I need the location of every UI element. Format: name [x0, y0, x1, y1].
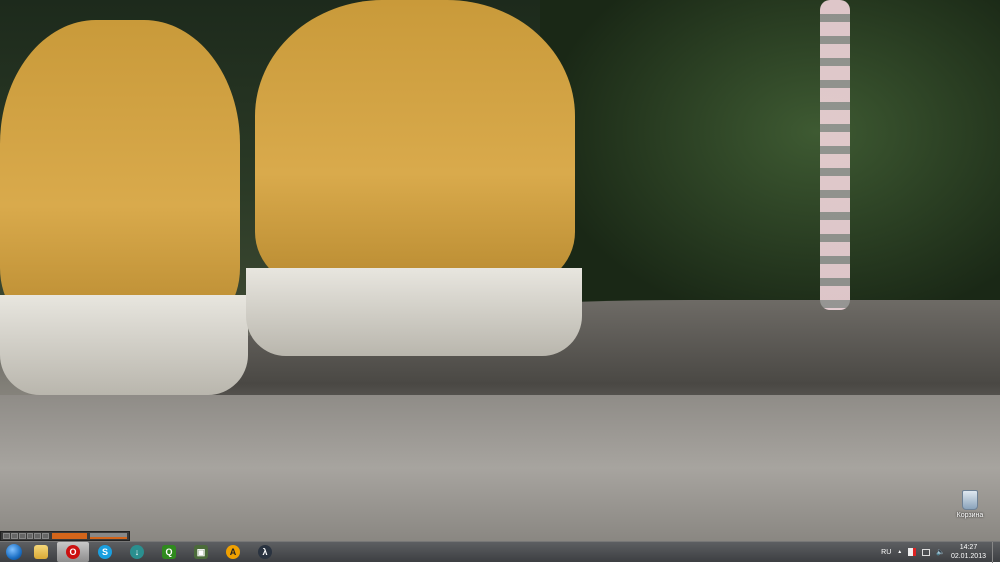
taskbar-half-life[interactable]: λ [249, 542, 281, 562]
clock-date: 02.01.2013 [950, 553, 986, 560]
wallpaper-shoe-left [0, 20, 240, 330]
windows-logo-icon [6, 544, 22, 560]
opera-icon: O [66, 545, 80, 559]
open-button[interactable] [42, 533, 50, 539]
recycle-bin[interactable]: Корзина [952, 490, 988, 519]
taskbar-download-manager[interactable]: ↓ [121, 542, 153, 562]
wallpaper-background [540, 0, 1000, 330]
system-tray: RU ▲ 🔈 14:27 02.01.2013 [881, 543, 1000, 561]
volume-icon[interactable]: 🔈 [936, 548, 945, 556]
recycle-bin-icon [962, 490, 978, 510]
folder-icon [34, 545, 48, 559]
taskbar-explorer[interactable] [25, 542, 57, 562]
track-progress-bar[interactable] [52, 533, 88, 539]
wallpaper-shoe-right [255, 0, 575, 290]
pause-button[interactable] [18, 533, 26, 539]
taskbar-opera[interactable]: O [57, 542, 89, 562]
recycle-bin-label: Корзина [956, 512, 984, 519]
monitor-icon: ▣ [194, 545, 208, 559]
taskbar: O S ↓ Q ▣ A λ RU ▲ 🔈 14:27 02.01.2013 [0, 541, 1000, 563]
taskbar-system-monitor[interactable]: ▣ [185, 542, 217, 562]
show-hidden-icons-button[interactable]: ▲ [897, 549, 902, 555]
clock-time: 14:27 [959, 544, 978, 551]
download-arrow-icon: ↓ [130, 545, 144, 559]
next-button[interactable] [34, 533, 42, 539]
wallpaper-heart-chain [820, 0, 850, 310]
start-button[interactable] [3, 542, 25, 562]
taskbar-aimp[interactable]: A [217, 542, 249, 562]
wallpaper-ground [0, 395, 1000, 541]
desktop[interactable]: Корзина [0, 0, 1000, 541]
taskbar-skype[interactable]: S [89, 542, 121, 562]
previous-button[interactable] [3, 533, 10, 539]
aimp-icon: A [226, 545, 240, 559]
stop-button[interactable] [26, 533, 34, 539]
skype-icon: S [98, 545, 112, 559]
wallpaper-sole-right [246, 268, 582, 356]
half-life-icon: λ [258, 545, 272, 559]
action-center-flag-icon[interactable] [908, 548, 917, 556]
network-icon[interactable] [922, 548, 931, 556]
wallpaper-sole-left [0, 295, 248, 395]
show-desktop-button[interactable] [992, 542, 1000, 563]
volume-slider[interactable] [90, 533, 128, 539]
play-button[interactable] [10, 533, 18, 539]
media-player-toolbar[interactable] [0, 531, 130, 541]
green-app-icon: Q [162, 545, 176, 559]
taskbar-green-app[interactable]: Q [153, 542, 185, 562]
clock[interactable]: 14:27 02.01.2013 [951, 543, 986, 561]
language-indicator[interactable]: RU [881, 549, 891, 556]
